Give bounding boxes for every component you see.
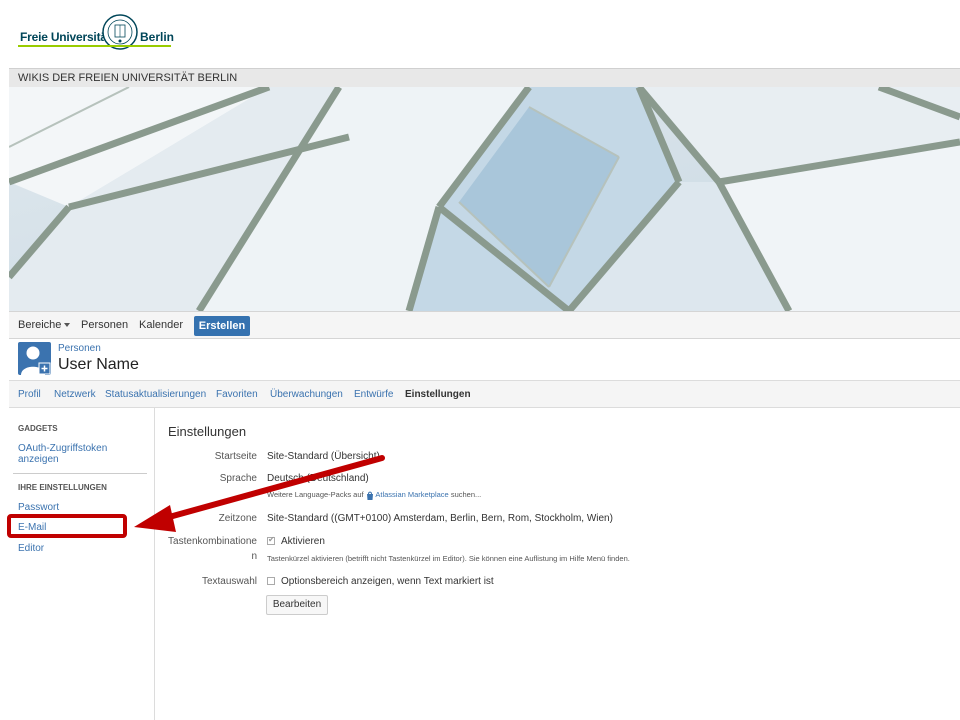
nav-people[interactable]: Personen bbox=[81, 319, 128, 331]
nav-spaces-label: Bereiche bbox=[18, 319, 62, 331]
language-hint-suffix: suchen... bbox=[450, 490, 482, 499]
page-header: Personen User Name bbox=[9, 339, 960, 381]
shortcuts-checkbox[interactable] bbox=[267, 535, 275, 546]
site-name-bar: WIKIS DER FREIEN UNIVERSITÄT BERLIN bbox=[9, 68, 960, 87]
nav-calendar[interactable]: Kalender bbox=[139, 319, 183, 331]
site-name[interactable]: WIKIS DER FREIEN UNIVERSITÄT BERLIN bbox=[18, 72, 237, 84]
profile-tabs: Profil Netzwerk Statusaktualisierungen F… bbox=[9, 381, 960, 408]
tab-favorites[interactable]: Favoriten bbox=[216, 389, 258, 400]
language-label: Sprache bbox=[219, 473, 257, 484]
tab-settings[interactable]: Einstellungen bbox=[405, 389, 471, 400]
page-title: User Name bbox=[58, 356, 139, 373]
text-selection-value: Optionsbereich anzeigen, wenn Text marki… bbox=[281, 576, 494, 587]
top-bar: Freie Universität Berlin bbox=[0, 0, 960, 68]
logo-underline bbox=[18, 45, 171, 47]
timezone-value: Site-Standard ((GMT+0100) Amsterdam, Ber… bbox=[267, 513, 613, 524]
skylight-illustration bbox=[9, 87, 960, 311]
main-navigation: Bereiche Personen Kalender Erstellen bbox=[9, 311, 960, 339]
shortcuts-value: Aktivieren bbox=[281, 536, 325, 547]
shortcuts-option: Aktivieren bbox=[267, 535, 325, 547]
settings-title: Einstellungen bbox=[168, 424, 247, 439]
logo-text-left: Freie Universität bbox=[20, 30, 111, 44]
your-settings-heading: IHRE EINSTELLUNGEN bbox=[18, 483, 107, 492]
nav-spaces-dropdown[interactable]: Bereiche bbox=[18, 319, 71, 331]
tab-watches[interactable]: Überwachungen bbox=[270, 389, 343, 400]
oauth-tokens-link[interactable]: OAuth-Zugriffstoken anzeigen bbox=[18, 443, 107, 465]
chevron-down-icon bbox=[64, 323, 71, 328]
edit-button[interactable]: Bearbeiten bbox=[266, 595, 328, 615]
timezone-label: Zeitzone bbox=[218, 513, 257, 524]
tab-network[interactable]: Netzwerk bbox=[54, 389, 96, 400]
logo-text-right: Berlin bbox=[140, 30, 175, 44]
default-user-icon bbox=[21, 346, 51, 375]
avatar[interactable] bbox=[18, 342, 51, 375]
homepage-label: Startseite bbox=[214, 451, 257, 462]
shortcuts-hint: Tastenkürzel aktivieren (betrifft nicht … bbox=[267, 554, 630, 563]
oauth-tokens-link-line1: OAuth-Zugriffstoken bbox=[18, 443, 108, 454]
sidebar-item-password[interactable]: Passwort bbox=[18, 502, 59, 513]
language-hint: Weitere Language-Packs auf Atlassian Mar… bbox=[267, 490, 481, 500]
header-banner-image bbox=[9, 87, 960, 311]
tab-profile[interactable]: Profil bbox=[18, 389, 41, 400]
breadcrumb[interactable]: Personen bbox=[58, 343, 101, 354]
oauth-tokens-link-line2: anzeigen bbox=[18, 454, 59, 465]
settings-panel: Einstellungen Startseite Site-Standard (… bbox=[155, 408, 960, 720]
create-button[interactable]: Erstellen bbox=[194, 316, 250, 336]
language-value: Deutsch (Deutschland) bbox=[267, 473, 369, 484]
text-selection-label: Textauswahl bbox=[201, 576, 257, 587]
tab-status-updates[interactable]: Statusaktualisierungen bbox=[105, 389, 206, 400]
sidebar-divider bbox=[13, 473, 147, 474]
text-selection-option: Optionsbereich anzeigen, wenn Text marki… bbox=[267, 576, 494, 587]
language-hint-prefix: Weitere Language-Packs auf bbox=[267, 490, 364, 499]
gadgets-heading: GADGETS bbox=[18, 424, 58, 433]
text-selection-checkbox[interactable] bbox=[267, 577, 275, 586]
marketplace-bag-icon bbox=[366, 491, 373, 500]
sidebar-item-editor[interactable]: Editor bbox=[18, 543, 44, 554]
atlassian-marketplace-link[interactable]: Atlassian Marketplace bbox=[375, 490, 448, 499]
university-logo[interactable]: Freie Universität Berlin bbox=[18, 14, 174, 50]
shortcuts-label-line2: n bbox=[251, 551, 257, 562]
sidebar-item-email[interactable]: E-Mail bbox=[18, 522, 46, 533]
shortcuts-label-line1: Tastenkombinatione bbox=[168, 536, 257, 547]
shortcuts-label: Tastenkombinatione n bbox=[155, 534, 257, 564]
settings-sidebar: GADGETS OAuth-Zugriffstoken anzeigen IHRE… bbox=[9, 408, 155, 720]
tab-drafts[interactable]: Entwürfe bbox=[354, 389, 393, 400]
homepage-value: Site-Standard (Übersicht) bbox=[267, 451, 380, 462]
